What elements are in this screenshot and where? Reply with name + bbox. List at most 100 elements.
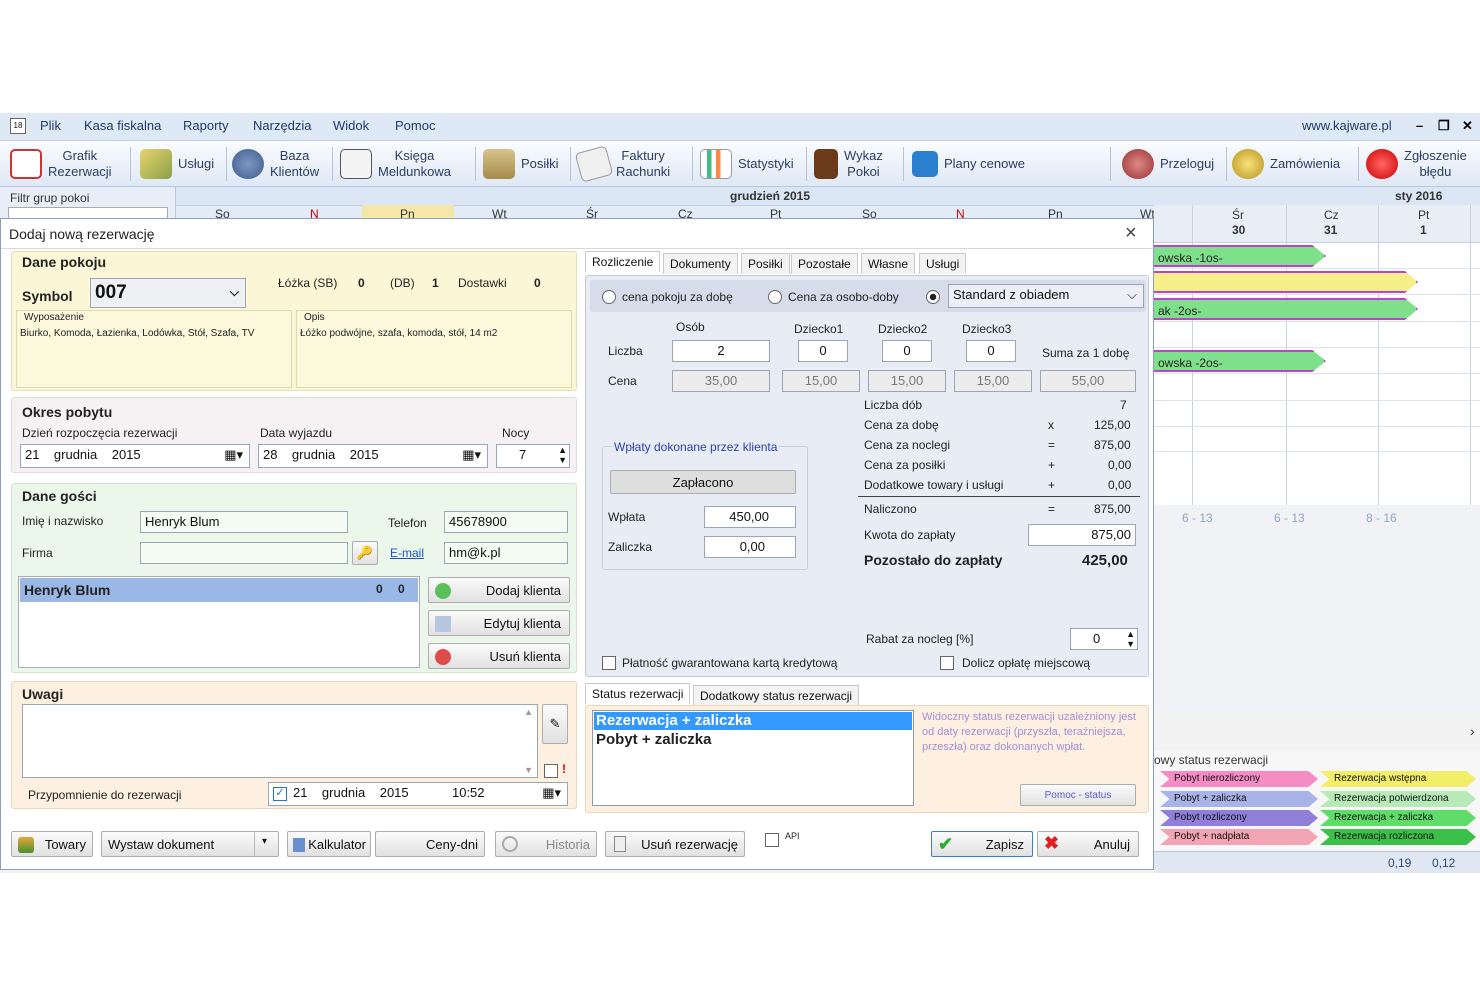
start-date-picker[interactable]: 21 grudnia 2015 ▦▾ — [20, 444, 250, 468]
menu-plik[interactable]: Plik — [40, 118, 61, 133]
przeloguj-button[interactable]: Przeloguj — [1122, 144, 1214, 184]
close-icon[interactable]: ✕ — [1462, 118, 1473, 134]
reminder-checkbox[interactable]: ✓ — [273, 787, 287, 801]
reservation-bar[interactable]: owska -1os- — [1154, 245, 1326, 267]
wplata-input[interactable]: 450,00 — [704, 506, 796, 528]
price-plan-value: Standard z obiadem — [953, 287, 1070, 302]
edit-client-button[interactable]: Edytuj klienta — [428, 610, 570, 636]
firma-input[interactable] — [140, 542, 348, 564]
tab-uslugi[interactable]: Usługi — [919, 253, 967, 274]
zgloszenie-bledu-button[interactable]: Zgłoszenie błędu — [1366, 144, 1467, 184]
status-item[interactable]: Rezerwacja + zaliczka — [596, 712, 752, 729]
ceny-dni-button[interactable]: Ceny-dni — [375, 831, 485, 857]
menu-raporty[interactable]: Raporty — [183, 118, 229, 133]
email-link[interactable]: E-mail — [390, 546, 424, 560]
zamowienia-button[interactable]: Zamówienia — [1232, 144, 1340, 184]
notes-checkbox[interactable] — [544, 764, 558, 778]
spin-icon[interactable]: ▲ ▼ — [558, 445, 567, 465]
pencil-icon[interactable]: ✎ — [542, 704, 568, 744]
email-input[interactable]: hm@k.pl — [444, 542, 568, 564]
col-dziecko3: Dziecko3 — [962, 322, 1012, 336]
plany-cenowe-button[interactable]: Plany cenowe — [912, 144, 1025, 184]
grafik-button[interactable]: Grafik Rezerwacji — [10, 144, 112, 184]
add-client-button[interactable]: Dodaj klienta — [428, 577, 570, 603]
api-checkbox[interactable] — [765, 833, 779, 847]
phone-input[interactable]: 45678900 — [444, 511, 568, 533]
wykaz-pokoi-button[interactable]: Wykaz Pokoi — [814, 144, 883, 184]
summary-operator: + — [1048, 478, 1056, 492]
spin-icon[interactable]: ▲ ▼ — [1126, 629, 1135, 649]
edit-user-icon — [435, 616, 451, 632]
calendar-dropdown-icon[interactable]: ▦▾ — [224, 447, 243, 463]
dziecko2-input[interactable]: 0 — [882, 340, 932, 362]
menu-pomoc[interactable]: Pomoc — [395, 118, 435, 133]
dziecko1-input[interactable]: 0 — [798, 340, 848, 362]
usun-rezerwacje-button[interactable]: Usuń rezerwację — [605, 831, 745, 857]
ksiega-button[interactable]: Księga Meldunkowa — [340, 144, 451, 184]
radio-room-price[interactable] — [602, 290, 616, 304]
tab-wlasne[interactable]: Własne — [861, 253, 916, 274]
dolicz-checkbox[interactable] — [940, 656, 954, 670]
osob-input[interactable]: 2 — [672, 340, 770, 362]
notes-textarea[interactable]: ▲ ▼ — [22, 704, 538, 778]
wystaw-dokument-button[interactable]: Wystaw dokument ▾ — [101, 831, 279, 857]
scroll-up-icon[interactable]: ▲ — [524, 707, 533, 717]
end-date-picker[interactable]: 28 grudnia 2015 ▦▾ — [258, 444, 488, 468]
tab-dokumenty[interactable]: Dokumenty — [663, 253, 738, 274]
uslugi-button[interactable]: Usługi — [140, 144, 214, 184]
name-input[interactable]: Henryk Blum — [140, 511, 348, 533]
menu-widok[interactable]: Widok — [333, 118, 369, 133]
anuluj-button[interactable]: ✖ Anuluj — [1037, 831, 1139, 857]
posilki-button[interactable]: Posiłki — [483, 144, 559, 184]
menu-kasa-fiskalna[interactable]: Kasa fiskalna — [84, 118, 161, 133]
towary-button[interactable]: Towary — [11, 831, 93, 857]
nights-spinner[interactable]: 7 ▲ ▼ — [496, 444, 570, 468]
cena-label: Cena — [608, 374, 637, 388]
scroll-down-icon[interactable]: ▼ — [524, 765, 533, 775]
goods-icon — [18, 837, 34, 853]
tab-extra-status[interactable]: Dodatkowy status rezerwacji — [693, 685, 860, 706]
tab-pozostale[interactable]: Pozostałe — [791, 253, 858, 274]
rabat-spinner[interactable]: 0 ▲ ▼ — [1070, 628, 1138, 650]
historia-button[interactable]: Historia — [495, 831, 597, 857]
price-plan-select[interactable]: Standard z obiadem ⌵ — [948, 284, 1144, 308]
tab-rozliczenie[interactable]: Rozliczenie — [585, 251, 661, 272]
calculator-icon — [293, 838, 305, 852]
radio-person-day[interactable] — [768, 290, 782, 304]
status-item[interactable]: Pobyt + zaliczka — [596, 731, 711, 748]
reservation-bar[interactable] — [1154, 271, 1418, 293]
radio-plan[interactable] — [926, 290, 940, 304]
chevron-down-icon: ⌵ — [229, 285, 239, 299]
scroll-right-icon[interactable]: › — [1470, 723, 1475, 739]
menu-narzedzia[interactable]: Narzędzia — [253, 118, 312, 133]
kwota-input[interactable]: 875,00 — [1028, 524, 1136, 546]
reservation-bar[interactable]: owska -2os- — [1154, 350, 1326, 372]
key-icon[interactable]: 🔑 — [352, 541, 378, 565]
zapisz-button[interactable]: ✔ Zapisz — [931, 831, 1033, 857]
calendar-dropdown-icon[interactable]: ▦▾ — [462, 447, 481, 463]
remove-client-button[interactable]: Usuń klienta — [428, 643, 570, 669]
dziecko3-input[interactable]: 0 — [966, 340, 1016, 362]
usun-label: Usuń rezerwację — [641, 836, 738, 852]
tab-status[interactable]: Status rezerwacji — [585, 683, 691, 704]
minimize-icon[interactable]: – — [1416, 118, 1423, 133]
chevron-down-icon[interactable]: ▾ — [262, 836, 267, 847]
zaliczka-input[interactable]: 0,00 — [704, 536, 796, 558]
site-link[interactable]: www.kajware.pl — [1302, 118, 1392, 133]
symbol-select[interactable]: 007 ⌵ — [90, 278, 246, 308]
platnosc-checkbox[interactable] — [602, 656, 616, 670]
range-label: 8 - 16 — [1366, 511, 1397, 525]
tab-posilki[interactable]: Posiłki — [741, 253, 790, 274]
baza-klientow-button[interactable]: Baza Klientów — [232, 144, 319, 184]
faktury-button[interactable]: Faktury Rachunki — [574, 144, 670, 184]
reservation-bar[interactable]: ak -2os- — [1154, 298, 1418, 320]
calendar-dropdown-icon[interactable]: ▦▾ — [542, 785, 561, 801]
status-help-button[interactable]: Pomoc - status — [1020, 784, 1136, 806]
dialog-close-icon[interactable]: × — [1125, 222, 1137, 245]
reminder-picker[interactable]: ✓ 21 grudnia 2015 10:52 ▦▾ — [268, 782, 568, 806]
statystyki-button[interactable]: Statystyki — [700, 144, 794, 184]
restore-icon[interactable]: ❐ — [1438, 118, 1450, 134]
kalkulator-button[interactable]: Kalkulator — [287, 831, 371, 857]
zaplacono-button[interactable]: Zapłacono — [610, 470, 796, 494]
reminder-value: 21 grudnia 2015 10:52 — [293, 785, 485, 800]
